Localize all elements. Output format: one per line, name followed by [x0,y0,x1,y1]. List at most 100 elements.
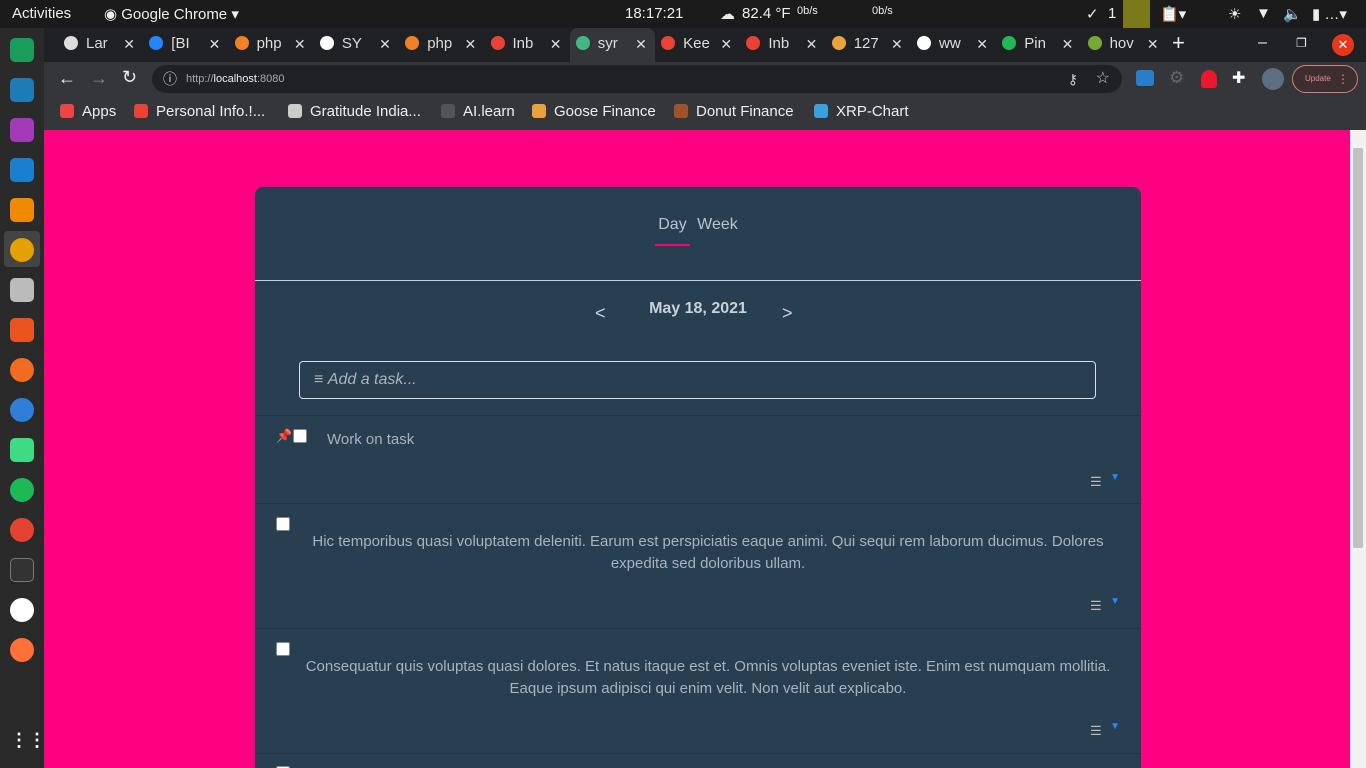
firefox-icon[interactable] [10,638,34,662]
tab-week[interactable]: Week [694,216,741,244]
bookmark-item[interactable]: Goose Finance [532,103,656,120]
phpstorm-icon[interactable] [10,118,34,142]
temperature: 82.4 °F [742,5,791,22]
browser-tab[interactable]: php ✕ [399,28,484,62]
more-menu-icon[interactable]: ⋮ [1337,66,1349,92]
browser-tab[interactable]: hov ✕ [1082,28,1167,62]
clipboard-icon[interactable]: 📋▾ [1160,5,1186,23]
browser-tab[interactable]: syr ✕ [569,28,655,62]
bookmark-item[interactable]: Apps [60,103,116,120]
task-text[interactable]: Hic temporibus quasi voluptatem deleniti… [295,531,1121,575]
vlc-icon[interactable] [10,198,34,222]
todo-icon[interactable] [10,518,34,542]
compass-icon[interactable] [10,358,34,382]
avatar[interactable] [1262,68,1284,90]
close-tab-icon[interactable]: ✕ [379,28,391,60]
volume-icon[interactable]: 🔈 [1283,5,1302,23]
pycharm-icon[interactable] [10,38,34,62]
task-checkbox[interactable] [293,429,307,443]
back-button[interactable]: ← [58,68,76,89]
browser-tab[interactable]: ww ✕ [911,28,996,62]
task-text[interactable]: Consequatur quis voluptas quasi dolores.… [295,656,1121,700]
bookmark-item[interactable]: Gratitude India... [288,103,421,120]
browser-tab[interactable]: Inb ✕ [740,28,825,62]
slack-icon[interactable] [10,598,34,622]
forward-button[interactable]: → [90,68,108,89]
brightness-icon[interactable]: ☀ [1228,5,1241,23]
app-grid-icon[interactable]: ⋮⋮⋮ [10,728,64,752]
app-menu[interactable]: ◉ Google Chrome ▾ [104,5,239,23]
address-bar[interactable]: ⓘ http://localhost:8080 ⚷ ☆ [152,65,1122,93]
bookmark-item[interactable]: AI.learn [441,103,515,120]
browser-tab[interactable]: Lar ✕ [58,28,143,62]
restore-button[interactable]: ❐ [1296,36,1307,50]
vscode-icon[interactable] [10,158,34,182]
battery-icon[interactable]: ▮ …▾ [1312,5,1347,23]
next-day-button[interactable]: > [782,303,793,324]
gear-extension-icon[interactable]: ⚙ [1169,68,1184,88]
reload-button[interactable]: ↻ [122,67,137,88]
scrollbar-thumb[interactable] [1353,148,1363,548]
close-tab-icon[interactable]: ✕ [1147,28,1159,60]
browser-tab[interactable]: [BI ✕ [143,28,228,62]
spotify-icon[interactable] [10,478,34,502]
software-icon[interactable] [10,318,34,342]
webstorm-icon[interactable] [10,78,34,102]
close-window-button[interactable]: ✕ [1332,34,1354,56]
new-tab-button[interactable]: + [1172,30,1185,56]
close-tab-icon[interactable]: ✕ [891,28,903,60]
pin-icon[interactable]: 📌 [276,428,292,444]
close-tab-icon[interactable]: ✕ [1062,28,1074,60]
files-icon[interactable] [10,278,34,302]
help-icon[interactable] [10,398,34,422]
net-up: 0b/s [872,5,893,17]
key-icon[interactable]: ⚷ [1068,65,1078,93]
puzzle-icon[interactable]: ✚ [1232,68,1245,88]
bookmark-label: Gratitude India... [310,103,421,120]
task-menu-icon[interactable]: ☰ ▼ [1090,721,1120,738]
info-icon[interactable]: ⓘ [163,65,177,93]
url-prefix: http:// [186,73,214,85]
extension-icon[interactable] [1136,70,1154,86]
tab-day[interactable]: Day [655,216,690,246]
browser-tab[interactable]: Pin ✕ [996,28,1081,62]
close-tab-icon[interactable]: ✕ [806,28,818,60]
red-extension-icon[interactable] [1201,70,1217,88]
browser-tab[interactable]: Inb ✕ [485,28,570,62]
terminal-icon[interactable] [10,558,34,582]
bookmark-star-icon[interactable]: ☆ [1096,65,1110,93]
wifi-icon[interactable]: ▼ [1256,5,1271,22]
activities-button[interactable]: Activities [12,5,71,22]
close-tab-icon[interactable]: ✕ [464,28,476,60]
check-icon[interactable]: ✓ [1086,5,1099,23]
task-menu-icon[interactable]: ☰ ▼ [1090,472,1120,489]
add-task-input[interactable]: ≡ Add a task... [299,361,1096,399]
close-tab-icon[interactable]: ✕ [720,28,732,60]
chrome-icon[interactable] [10,238,34,262]
minimize-button[interactable]: – [1258,34,1267,52]
close-tab-icon[interactable]: ✕ [976,28,988,60]
close-tab-icon[interactable]: ✕ [550,28,562,60]
close-tab-icon[interactable]: ✕ [635,28,647,60]
bookmark-item[interactable]: Personal Info.!... [134,103,265,120]
task-text[interactable]: Work on task [327,431,414,448]
browser-tab[interactable]: 127 ✕ [826,28,911,62]
browser-tab[interactable]: SY ✕ [314,28,399,62]
task-menu-icon[interactable]: ☰ ▼ [1090,596,1120,613]
browser-tab[interactable]: Kee ✕ [655,28,740,62]
browser-tab[interactable]: php ✕ [229,28,314,62]
task-checkbox[interactable] [276,642,290,656]
update-button[interactable]: Update ⋮ [1292,65,1358,93]
close-tab-icon[interactable]: ✕ [294,28,306,60]
close-tab-icon[interactable]: ✕ [123,28,135,60]
clock[interactable]: 18:17:21 [625,5,683,22]
eye-indicator-icon[interactable] [1123,0,1150,28]
bookmark-item[interactable]: Donut Finance [674,103,794,120]
android-studio-icon[interactable] [10,438,34,462]
tab-favicon-icon [831,36,846,50]
close-tab-icon[interactable]: ✕ [209,28,221,60]
task-checkbox[interactable] [276,517,290,531]
page-content: Day Week < May 18, 2021 > ≡ Add a task..… [44,130,1350,768]
bookmark-item[interactable]: XRP-Chart [814,103,909,120]
page-scrollbar[interactable] [1350,130,1366,768]
